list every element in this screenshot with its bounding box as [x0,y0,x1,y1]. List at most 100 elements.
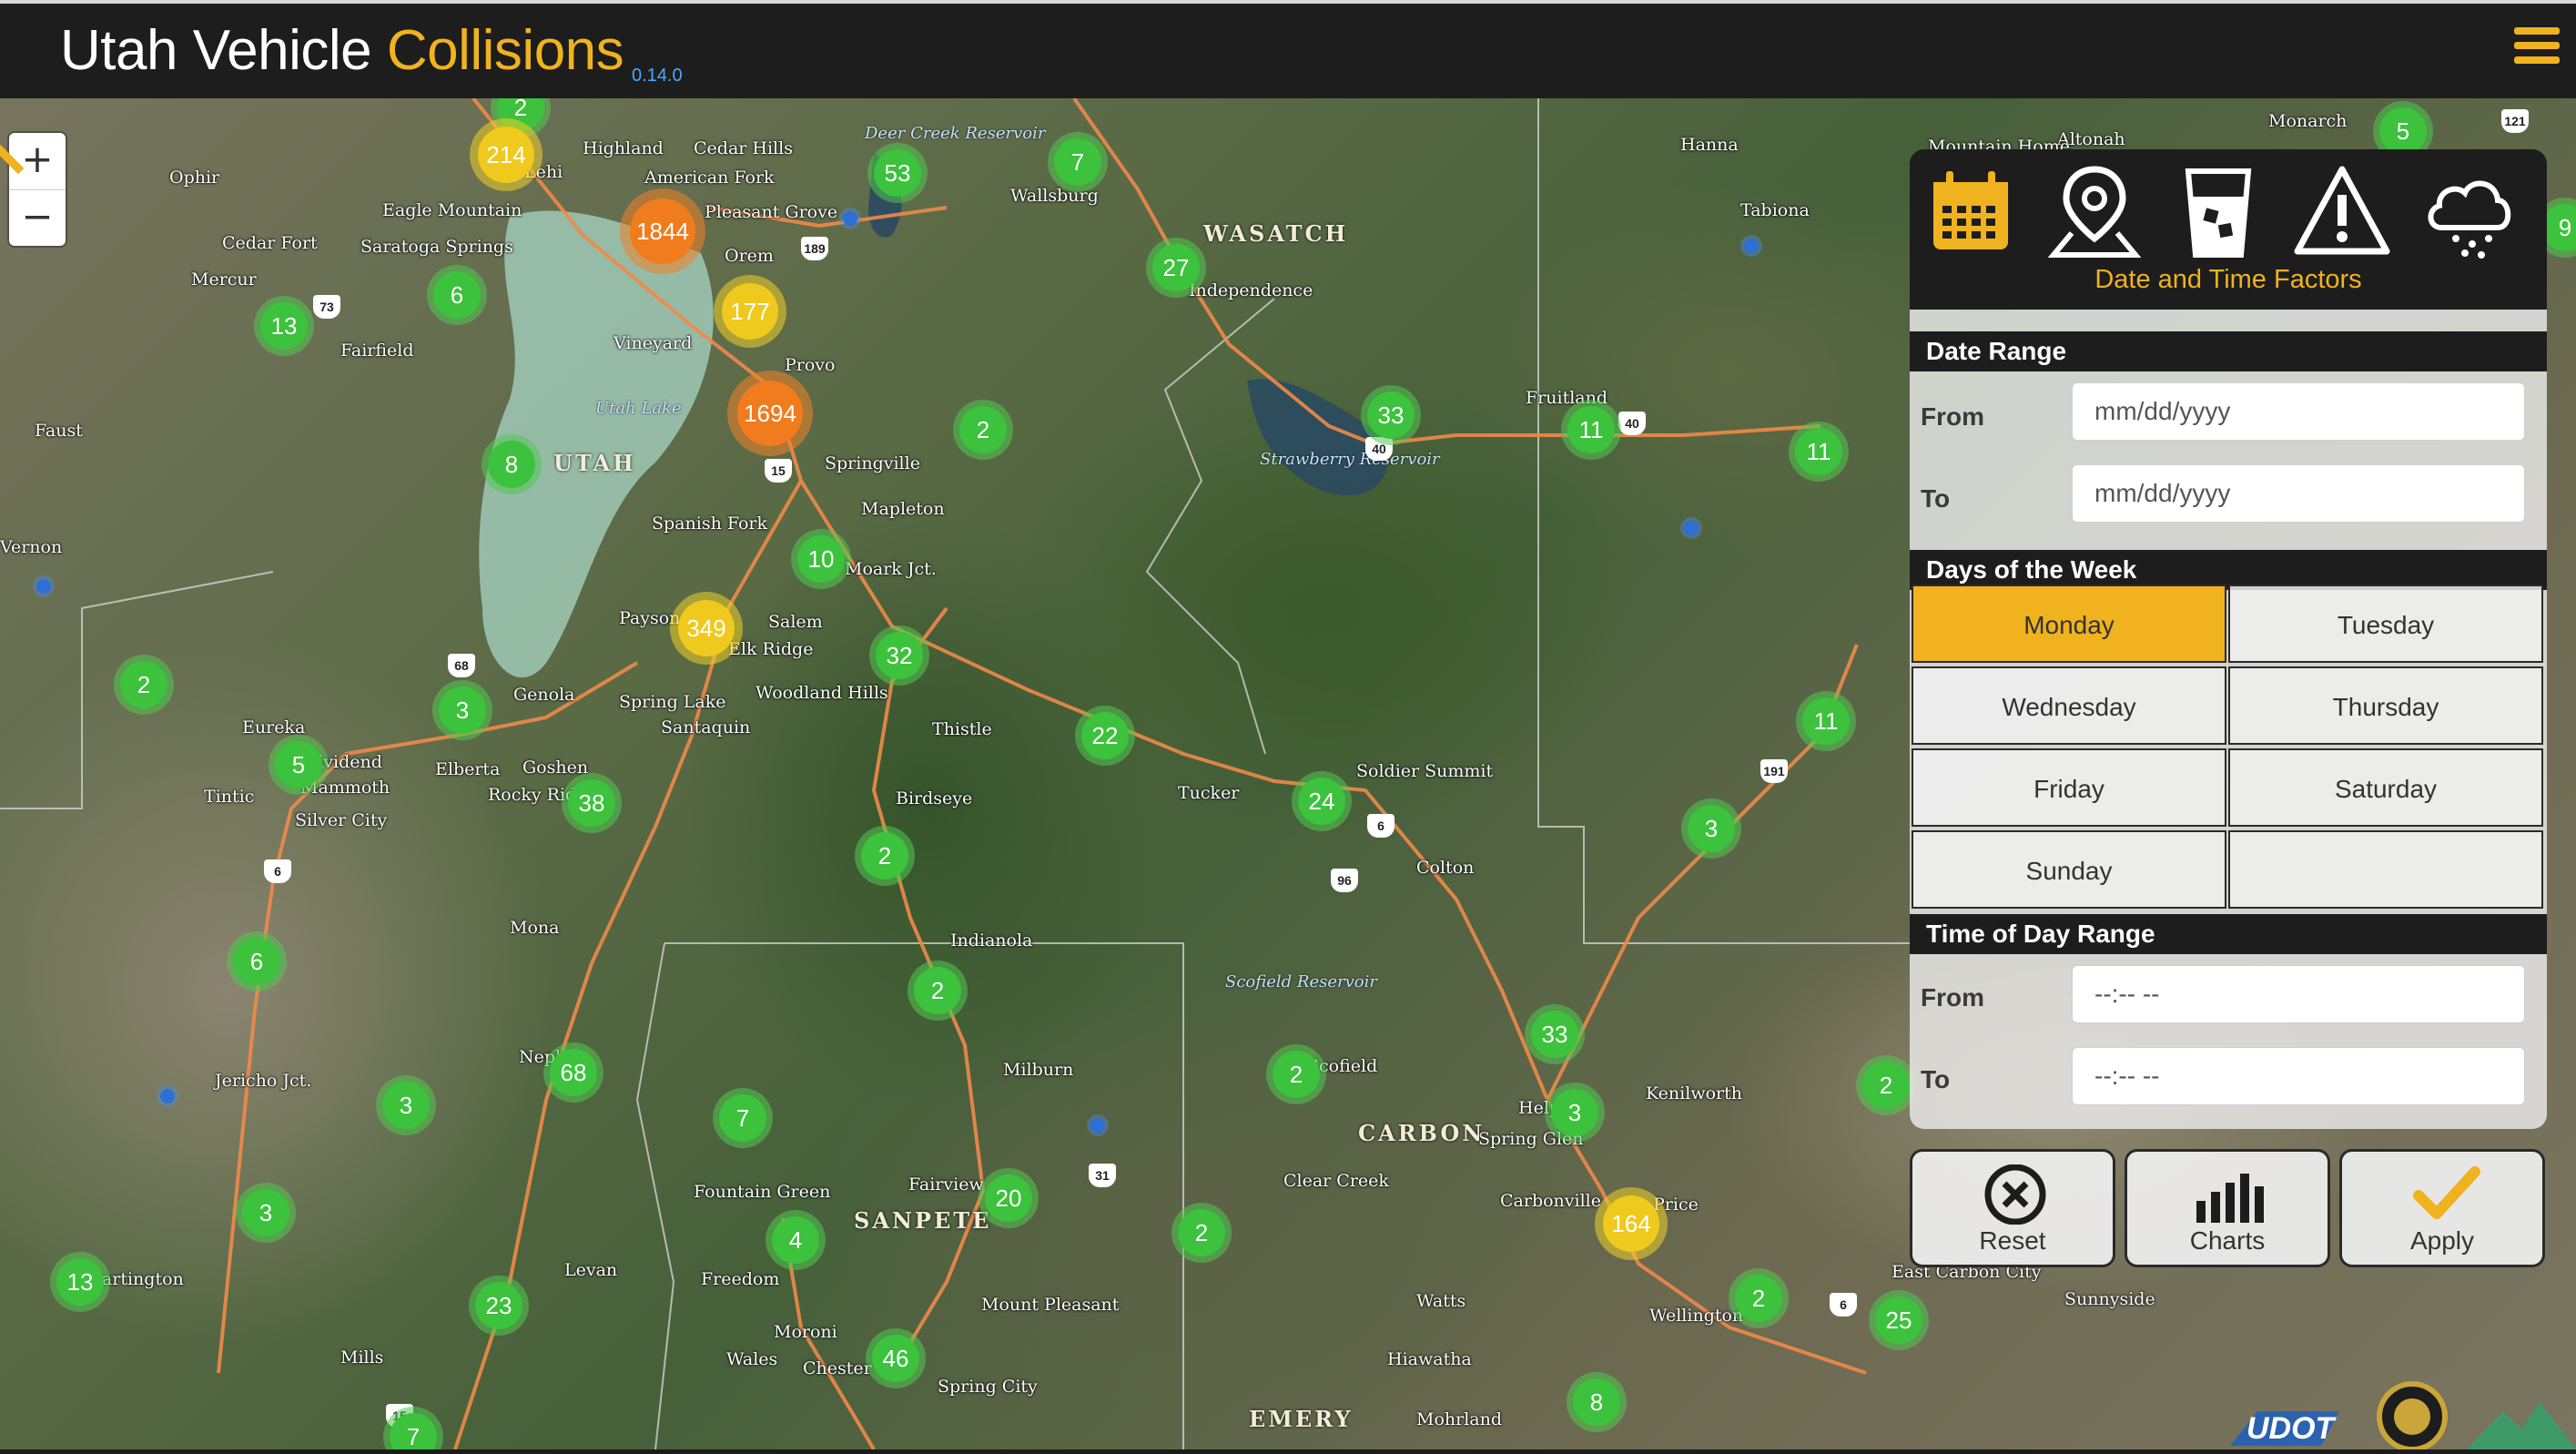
collision-cluster[interactable]: 68 [550,1049,597,1096]
place-label: Provo [785,355,836,375]
day-saturday-toggle[interactable]: Saturday [2228,748,2543,827]
place-label: Mills [340,1347,384,1368]
place-label: Partington [91,1269,184,1289]
collision-cluster[interactable]: 38 [568,779,615,827]
collision-cluster[interactable]: 4 [772,1216,819,1264]
place-label: Cedar Hills [694,138,793,158]
calendar-icon[interactable] [1921,160,2021,262]
place-label: Chester [803,1358,872,1378]
collision-cluster[interactable]: 1844 [630,198,695,264]
collision-cluster[interactable]: 24 [1298,778,1345,825]
place-label: Elk Ridge [728,639,814,659]
collision-cluster[interactable]: 3 [1688,805,1735,852]
zoom-out-button[interactable]: − [9,190,66,247]
collision-cluster[interactable]: 7 [719,1094,766,1142]
collision-cluster[interactable]: 10 [797,535,845,583]
place-label: Salem [768,612,823,632]
poi-marker[interactable] [1744,239,1759,253]
collision-cluster[interactable]: 33 [1367,391,1415,439]
collision-cluster[interactable]: 33 [1531,1011,1578,1058]
place-label: Eureka [242,717,306,737]
hamburger-menu-icon[interactable] [2514,27,2560,67]
day-wednesday-toggle[interactable]: Wednesday [1912,666,2226,745]
collision-cluster[interactable]: 8 [488,441,535,488]
time-to-input[interactable] [2072,1047,2525,1105]
collision-cluster[interactable]: 2 [1735,1275,1782,1322]
collision-cluster[interactable]: 164 [1603,1195,1659,1252]
collision-cluster[interactable]: 6 [233,938,280,985]
collision-cluster[interactable]: 7 [1054,138,1101,186]
collision-cluster[interactable]: 11 [1795,428,1842,475]
collision-cluster[interactable]: 25 [1875,1296,1922,1344]
place-label: Colton [1416,858,1475,878]
drink-icon[interactable] [2168,160,2268,262]
region-label: EMERY [1249,1406,1354,1432]
date-from-input[interactable] [2072,382,2525,441]
place-label: Vernon [0,537,63,557]
collision-cluster[interactable]: 6 [433,271,481,319]
highway-shield-icon: 121 [2501,109,2529,133]
collision-cluster[interactable]: 23 [475,1282,522,1329]
poi-marker[interactable] [160,1089,175,1103]
place-label: Tintic [204,787,255,807]
collision-cluster[interactable]: 3 [1551,1089,1598,1136]
collision-cluster[interactable]: 32 [876,632,923,679]
collision-cluster[interactable]: 27 [1152,244,1200,291]
highway-shield-icon: 189 [801,237,828,260]
poi-marker[interactable] [843,211,857,226]
weather-icon[interactable] [2419,160,2520,262]
place-label: Moroni [774,1322,837,1342]
collision-cluster[interactable]: 2 [1178,1209,1225,1256]
collision-cluster[interactable]: 53 [874,149,921,197]
warning-icon[interactable] [2292,160,2392,262]
collision-cluster[interactable]: 2 [914,967,961,1014]
collision-cluster[interactable]: 8 [1573,1378,1620,1426]
place-label: Fruitland [1526,388,1608,408]
place-label: Jericho Jct. [215,1071,312,1091]
place-label: Independence [1189,280,1313,300]
collision-cluster[interactable]: 3 [382,1082,430,1129]
collision-cluster[interactable]: 214 [478,127,534,183]
place-label: Highland [583,138,664,158]
water-label: Deer Creek Reservoir [865,124,1046,143]
collision-cluster[interactable]: 5 [2379,107,2427,155]
poi-marker[interactable] [1090,1118,1105,1133]
collision-cluster[interactable]: 1694 [737,381,803,446]
location-pin-icon[interactable] [2044,160,2145,262]
collision-cluster[interactable]: 13 [56,1258,104,1306]
collision-cluster[interactable]: 13 [260,302,308,350]
collision-cluster[interactable]: 3 [242,1189,289,1236]
collision-cluster[interactable]: 3 [439,686,486,734]
apply-button[interactable]: Apply [2339,1149,2545,1267]
poi-marker[interactable] [1684,521,1699,535]
place-label: Kenilworth [1646,1083,1742,1103]
svg-text:UDOT: UDOT [2246,1411,2338,1446]
place-label: Payson [619,608,681,628]
collision-cluster[interactable]: 11 [1567,406,1615,453]
reset-button[interactable]: Reset [1910,1149,2115,1267]
collision-cluster[interactable]: 2 [959,406,1007,453]
time-from-input[interactable] [2072,965,2525,1023]
charts-button[interactable]: Charts [2125,1149,2330,1267]
collision-cluster[interactable]: 2 [861,832,908,880]
poi-marker[interactable] [36,579,51,594]
place-label: Freedom [701,1269,780,1289]
collision-cluster[interactable]: 46 [872,1335,919,1382]
place-label: Silver City [295,810,388,830]
collision-cluster[interactable]: 349 [678,600,735,656]
day-sunday-toggle[interactable]: Sunday [1912,830,2226,909]
time-to-label: To [1921,1065,1951,1093]
collision-cluster[interactable]: 177 [722,283,778,340]
day-monday-toggle[interactable]: Monday [1912,585,2226,663]
collision-cluster[interactable]: 2 [120,661,167,708]
day-thursday-toggle[interactable]: Thursday [2228,666,2543,745]
collision-cluster[interactable]: 20 [985,1174,1032,1222]
collision-cluster[interactable]: 2 [1862,1062,1910,1109]
collision-cluster[interactable]: 5 [275,741,322,788]
day-tuesday-toggle[interactable]: Tuesday [2228,585,2543,663]
collision-cluster[interactable]: 2 [1273,1051,1320,1098]
collision-cluster[interactable]: 22 [1081,712,1129,759]
collision-cluster[interactable]: 11 [1802,697,1850,745]
date-to-input[interactable] [2072,464,2525,523]
day-friday-toggle[interactable]: Friday [1912,748,2226,827]
